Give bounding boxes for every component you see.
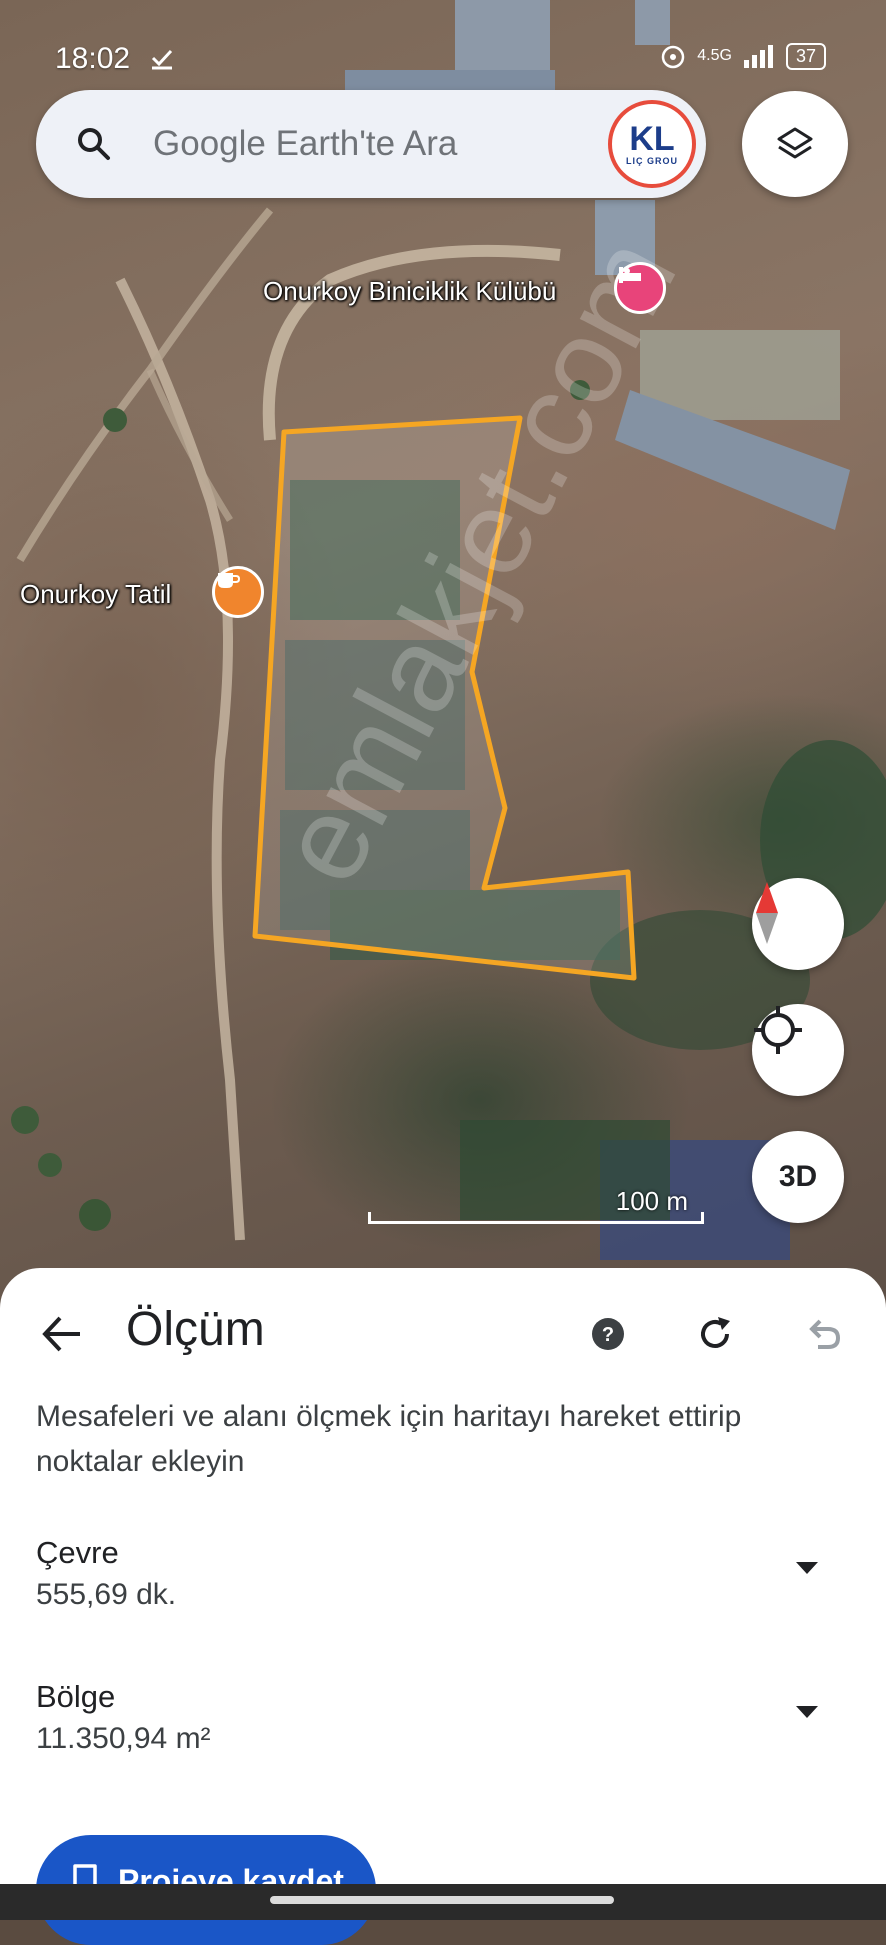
help-icon: ? [592,1318,624,1350]
layers-button[interactable] [742,91,848,197]
signal-icon [743,45,773,68]
account-avatar[interactable]: KL LIÇ GROU [608,100,696,188]
battery-indicator: 37 [785,42,826,70]
undo-button[interactable] [799,1310,847,1358]
status-time: 18:02 [55,42,131,75]
3d-label: 3D [778,1160,818,1193]
layers-icon [777,127,813,159]
compass-icon [756,882,778,944]
perimeter-value: 555,69 dk. [36,1578,177,1611]
measure-title: Ölçüm [126,1303,265,1356]
crosshair-icon [754,1006,802,1054]
3d-button[interactable]: 3D [752,1131,844,1223]
perimeter-dropdown-icon[interactable] [796,1562,818,1574]
measure-panel: Ölçüm ? Mesafeleri ve alanı ölçmek için … [0,1268,886,1920]
area-dropdown-icon[interactable] [796,1706,818,1718]
my-location-button[interactable] [752,1004,844,1096]
place-label-riding-club[interactable]: Onurkoy Biniciklik Külübü [263,276,556,307]
compass-button[interactable] [752,878,844,970]
place-label-onurkoy-tatil[interactable]: Onurkoy Tatil [20,579,171,610]
search-bar[interactable]: Google Earth'te Ara KL LIÇ GROU [36,90,706,198]
network-type: 4.5G [697,47,732,64]
logo-letters: KL [629,120,675,158]
undo-icon [809,1319,841,1349]
home-gesture-handle[interactable] [270,1896,614,1904]
scale-bar: 100 m [368,1180,704,1224]
status-indicators: 4.5G 37 [659,42,826,70]
search-icon [78,128,110,160]
reset-button[interactable] [691,1310,739,1358]
area-row[interactable]: Bölge 11.350,94 m² [36,1676,846,1766]
scale-line [368,1212,704,1224]
help-button[interactable]: ? [584,1310,632,1358]
cafe-icon[interactable] [212,566,264,618]
measure-instructions: Mesafeleri ve alanı ölçmek için haritayı… [36,1400,742,1478]
hotel-icon[interactable] [614,262,666,314]
system-nav-bar [0,1884,886,1920]
back-arrow-icon[interactable] [38,1310,86,1358]
search-input[interactable]: Google Earth'te Ara [153,124,457,164]
perimeter-row[interactable]: Çevre 555,69 dk. [36,1532,846,1622]
perimeter-label: Çevre [36,1535,119,1570]
logo-text: LIÇ GROU [626,156,678,166]
area-value: 11.350,94 m² [36,1722,211,1755]
area-label: Bölge [36,1679,116,1714]
measure-header: Ölçüm ? [0,1268,886,1398]
download-done-icon [151,49,173,70]
svg-text:?: ? [602,1324,614,1346]
alarm-icon [662,45,685,69]
refresh-icon [701,1317,730,1348]
